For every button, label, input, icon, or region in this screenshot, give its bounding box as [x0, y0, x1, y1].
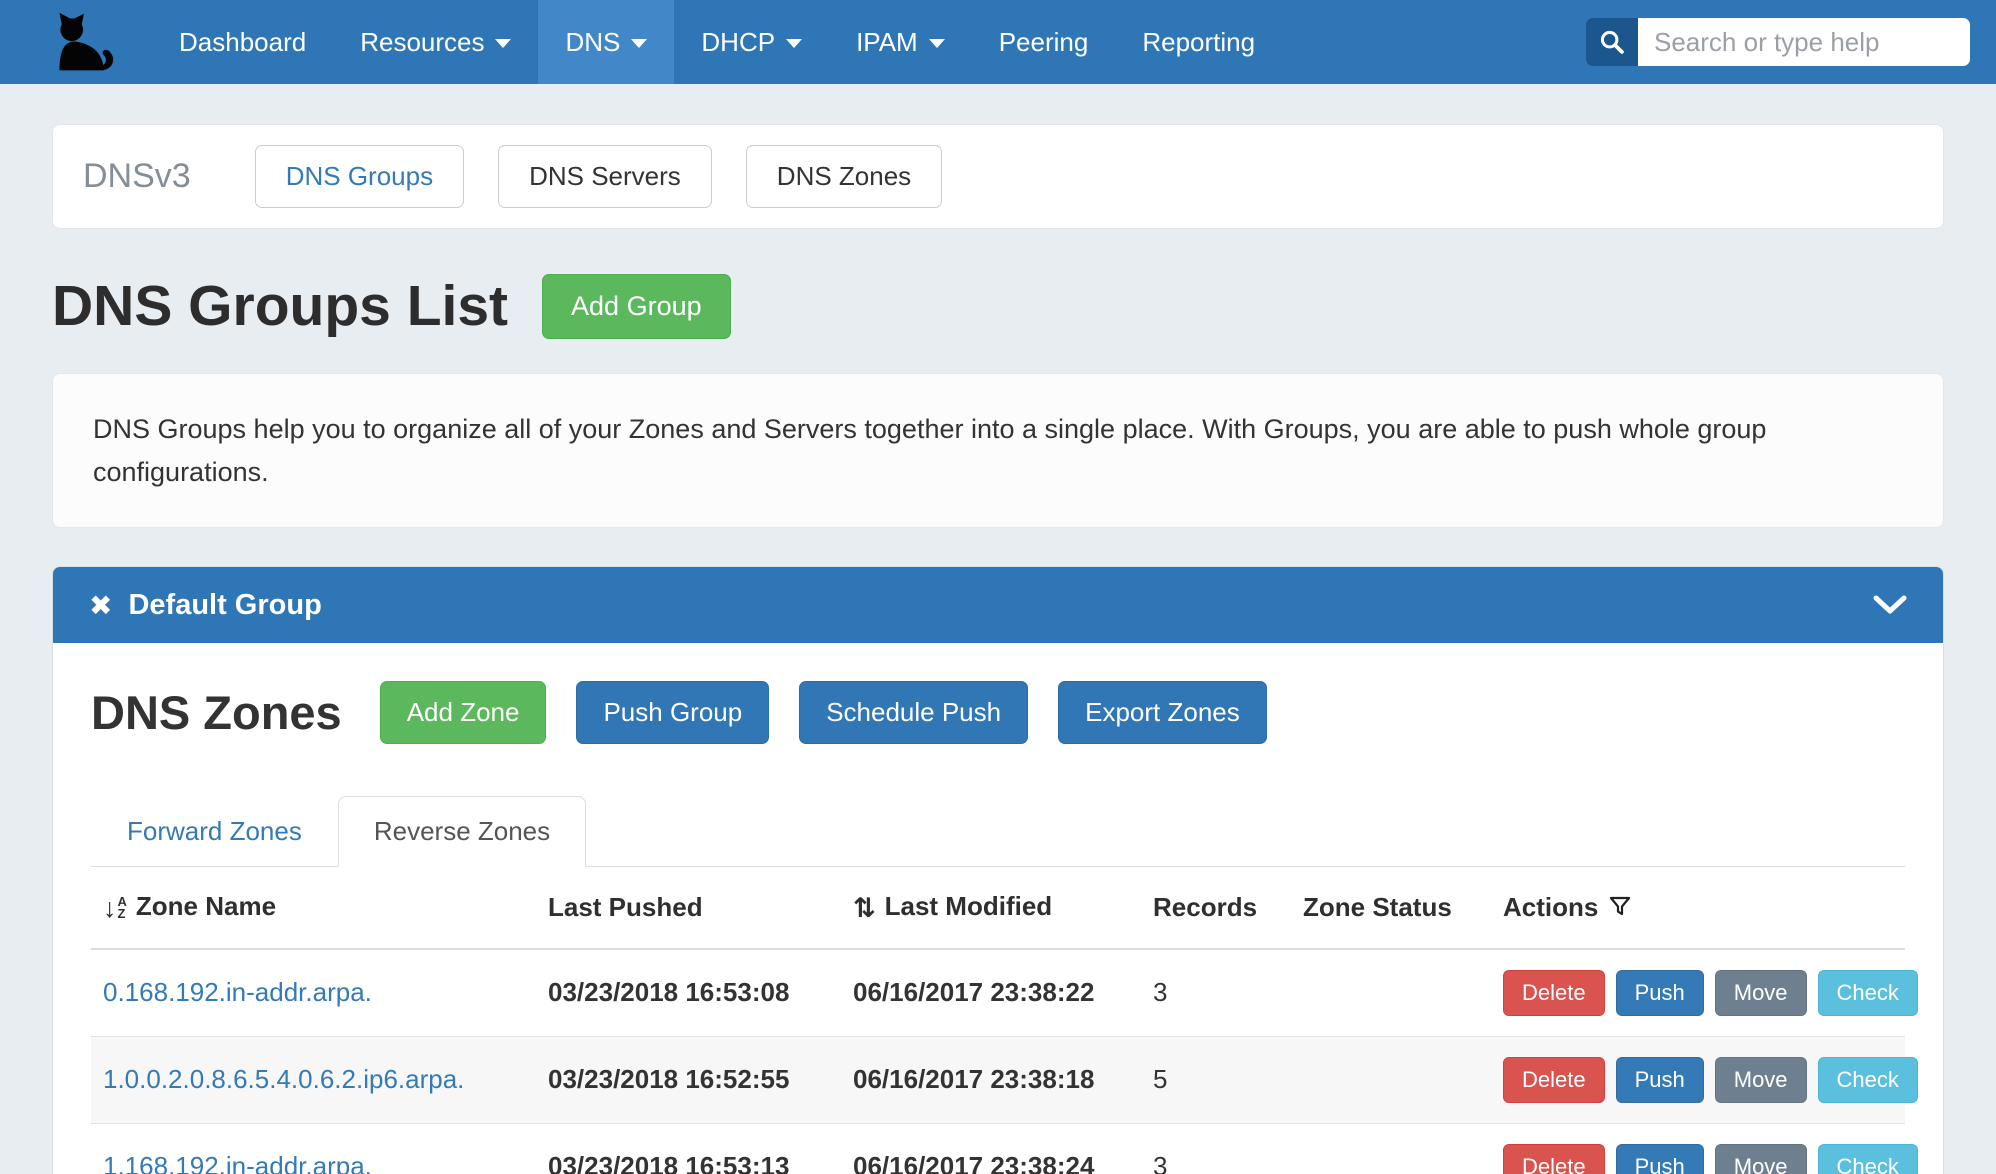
nav-item-peering[interactable]: Peering [972, 0, 1116, 84]
dns-zones-title: DNS Zones [91, 685, 342, 740]
add-zone-button[interactable]: Add Zone [380, 681, 547, 744]
push-group-button[interactable]: Push Group [576, 681, 769, 744]
delete-button[interactable]: Delete [1503, 1144, 1605, 1174]
nav-label: IPAM [856, 27, 918, 58]
header-records: Records [1141, 867, 1291, 949]
push-button[interactable]: Push [1616, 970, 1704, 1016]
zone-link[interactable]: 0.168.192.in-addr.arpa. [103, 977, 372, 1007]
zone-link[interactable]: 1.0.0.2.0.8.6.5.4.0.6.2.ip6.arpa. [103, 1064, 464, 1094]
check-button[interactable]: Check [1818, 1144, 1918, 1174]
move-button[interactable]: Move [1715, 970, 1807, 1016]
last-pushed-value: 03/23/2018 16:53:08 [536, 949, 841, 1037]
group-panel-header: ✖ Default Group [53, 567, 1943, 643]
main-nav: Dashboard Resources DNS DHCP IPAM Peerin… [152, 0, 1282, 84]
sort-icon: ⇅ [853, 893, 876, 923]
dnsv3-label: DNSv3 [83, 157, 191, 196]
search-input[interactable] [1638, 18, 1970, 66]
header-zone-name[interactable]: ↓ AZ Zone Name [91, 867, 536, 949]
nav-item-resources[interactable]: Resources [333, 0, 538, 84]
check-button[interactable]: Check [1818, 970, 1918, 1016]
close-icon[interactable]: ✖ [89, 589, 112, 622]
group-title: Default Group [128, 589, 321, 622]
filter-icon[interactable] [1608, 895, 1632, 919]
sort-alpha-icon: ↓ AZ [103, 893, 127, 924]
search-group [1586, 18, 1970, 66]
nav-label: Peering [999, 27, 1089, 58]
zones-tabs: Forward Zones Reverse Zones [91, 796, 1905, 867]
zone-status-value [1291, 949, 1491, 1037]
nav-label: Reporting [1142, 27, 1255, 58]
last-modified-value: 06/16/2017 23:38:18 [841, 1036, 1141, 1123]
records-value: 3 [1141, 1123, 1291, 1174]
last-pushed-value: 03/23/2018 16:52:55 [536, 1036, 841, 1123]
delete-button[interactable]: Delete [1503, 1057, 1605, 1103]
zone-status-value [1291, 1123, 1491, 1174]
nav-item-dhcp[interactable]: DHCP [674, 0, 829, 84]
chevron-down-icon[interactable] [1873, 595, 1907, 615]
nav-label: Dashboard [179, 27, 306, 58]
last-pushed-value: 03/23/2018 16:53:13 [536, 1123, 841, 1174]
caret-down-icon [495, 39, 511, 48]
dns-groups-button[interactable]: DNS Groups [255, 145, 464, 208]
nav-item-ipam[interactable]: IPAM [829, 0, 972, 84]
tab-reverse-zones[interactable]: Reverse Zones [338, 796, 586, 867]
page-title: DNS Groups List [52, 273, 508, 339]
export-zones-button[interactable]: Export Zones [1058, 681, 1267, 744]
last-modified-value: 06/16/2017 23:38:24 [841, 1123, 1141, 1174]
tab-forward-zones[interactable]: Forward Zones [91, 796, 338, 867]
default-group-panel: ✖ Default Group DNS Zones Add Zone Push … [52, 566, 1944, 1174]
nav-item-dns[interactable]: DNS [538, 0, 674, 84]
cat-logo [50, 11, 118, 73]
zone-link[interactable]: 1.168.192.in-addr.arpa. [103, 1151, 372, 1174]
dns-zones-button[interactable]: DNS Zones [746, 145, 942, 208]
caret-down-icon [786, 39, 802, 48]
search-icon[interactable] [1586, 18, 1638, 66]
schedule-push-button[interactable]: Schedule Push [799, 681, 1028, 744]
header-last-pushed[interactable]: Last Pushed [536, 867, 841, 949]
zones-table: ↓ AZ Zone Name Last Pushed ⇅Last Modifie… [91, 867, 1905, 1174]
push-button[interactable]: Push [1616, 1144, 1704, 1174]
nav-label: DHCP [701, 27, 775, 58]
nav-label: DNS [565, 27, 620, 58]
top-navbar: Dashboard Resources DNS DHCP IPAM Peerin… [0, 0, 1996, 84]
dnsv3-subnav: DNSv3 DNS Groups DNS Servers DNS Zones [52, 124, 1944, 229]
header-last-modified[interactable]: ⇅Last Modified [841, 867, 1141, 949]
move-button[interactable]: Move [1715, 1057, 1807, 1103]
records-value: 3 [1141, 949, 1291, 1037]
nav-item-dashboard[interactable]: Dashboard [152, 0, 333, 84]
table-row: 1.168.192.in-addr.arpa. 03/23/2018 16:53… [91, 1123, 1905, 1174]
delete-button[interactable]: Delete [1503, 970, 1605, 1016]
zone-status-value [1291, 1036, 1491, 1123]
dns-servers-button[interactable]: DNS Servers [498, 145, 712, 208]
groups-description: DNS Groups help you to organize all of y… [52, 373, 1944, 528]
add-group-button[interactable]: Add Group [542, 274, 731, 339]
caret-down-icon [631, 39, 647, 48]
nav-item-reporting[interactable]: Reporting [1115, 0, 1282, 84]
nav-label: Resources [360, 27, 484, 58]
check-button[interactable]: Check [1818, 1057, 1918, 1103]
caret-down-icon [929, 39, 945, 48]
push-button[interactable]: Push [1616, 1057, 1704, 1103]
header-zone-status: Zone Status [1291, 867, 1491, 949]
table-row: 0.168.192.in-addr.arpa. 03/23/2018 16:53… [91, 949, 1905, 1037]
last-modified-value: 06/16/2017 23:38:22 [841, 949, 1141, 1037]
header-actions: Actions [1491, 867, 1905, 949]
table-row: 1.0.0.2.0.8.6.5.4.0.6.2.ip6.arpa. 03/23/… [91, 1036, 1905, 1123]
move-button[interactable]: Move [1715, 1144, 1807, 1174]
records-value: 5 [1141, 1036, 1291, 1123]
